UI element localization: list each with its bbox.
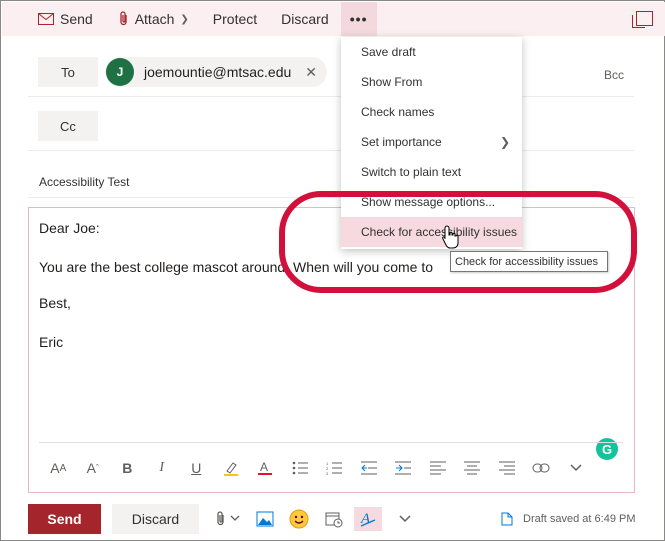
bullets-icon[interactable] xyxy=(283,456,318,480)
avatar: J xyxy=(106,58,134,86)
divider xyxy=(28,150,634,151)
menu-item-check-names[interactable]: Check names xyxy=(341,97,522,127)
align-right-icon[interactable] xyxy=(490,456,525,480)
attach-command[interactable]: Attach ❯ xyxy=(105,2,201,36)
chevron-right-icon: ❯ xyxy=(499,135,510,149)
body-line: Eric xyxy=(39,334,64,350)
draft-status-text: Draft saved at 6:49 PM xyxy=(523,513,636,525)
scheduling-poll-icon[interactable] xyxy=(323,507,345,531)
divider xyxy=(28,96,634,97)
bold-icon[interactable]: B xyxy=(110,456,145,480)
divider xyxy=(39,442,623,443)
recipient-email: joemountie@mtsac.edu xyxy=(144,64,292,80)
cc-button[interactable]: Cc xyxy=(38,111,98,141)
align-center-icon[interactable] xyxy=(455,456,490,480)
discard-command[interactable]: Discard xyxy=(269,2,340,36)
chevron-down-icon[interactable] xyxy=(559,456,594,480)
protect-command[interactable]: Protect xyxy=(201,2,269,36)
underline-icon[interactable]: U xyxy=(179,456,214,480)
hand-cursor-icon xyxy=(442,225,460,249)
send-command[interactable]: Send xyxy=(2,2,105,36)
chevron-down-icon: ❯ xyxy=(180,13,189,25)
font-size-icon[interactable]: AA xyxy=(41,456,76,480)
compose-window: Send Attach ❯ Protect Discard ••• To J j… xyxy=(0,0,665,541)
draft-status: Draft saved at 6:49 PM xyxy=(501,512,636,526)
formatting-toggle-icon[interactable]: A xyxy=(354,507,382,531)
chevron-down-icon[interactable] xyxy=(394,507,416,531)
subject-field[interactable]: Accessibility Test xyxy=(39,175,129,189)
popout-icon[interactable] xyxy=(632,11,653,28)
align-left-icon[interactable] xyxy=(421,456,456,480)
grow-font-icon[interactable]: Aˆ xyxy=(76,456,111,480)
menu-item-show-from[interactable]: Show From xyxy=(341,67,522,97)
send-icon xyxy=(38,13,54,25)
body-line: Best, xyxy=(39,295,71,311)
svg-text:3: 3 xyxy=(326,471,329,475)
insert-picture-icon[interactable] xyxy=(254,507,276,531)
numbering-icon[interactable]: 123 xyxy=(317,456,352,480)
menu-item-label: Set importance xyxy=(361,135,442,149)
bcc-link[interactable]: Bcc xyxy=(604,68,624,82)
body-line: Dear Joe: xyxy=(39,220,100,236)
italic-icon[interactable]: I xyxy=(145,456,180,480)
paperclip-icon xyxy=(119,11,129,27)
send-command-label: Send xyxy=(60,11,93,27)
menu-item-save-draft[interactable]: Save draft xyxy=(341,37,522,67)
increase-indent-icon[interactable] xyxy=(386,456,421,480)
menu-item-plain-text[interactable]: Switch to plain text xyxy=(341,157,522,187)
command-bar: Send Attach ❯ Protect Discard ••• xyxy=(2,2,665,36)
more-options-button[interactable]: ••• xyxy=(340,2,377,36)
attach-command-label: Attach xyxy=(134,11,175,27)
draft-saved-icon xyxy=(501,512,513,526)
font-color-icon[interactable]: A xyxy=(248,456,283,480)
remove-recipient-icon[interactable]: ✕ xyxy=(305,64,317,81)
menu-item-set-importance[interactable]: Set importance ❯ xyxy=(341,127,522,157)
discard-button[interactable]: Discard xyxy=(112,504,199,534)
link-icon[interactable] xyxy=(524,456,559,480)
svg-text:A: A xyxy=(260,460,268,474)
decrease-indent-icon[interactable] xyxy=(352,456,387,480)
to-button[interactable]: To xyxy=(38,57,98,87)
attach-icon[interactable] xyxy=(211,507,245,531)
send-button[interactable]: Send xyxy=(28,504,101,534)
highlight-icon[interactable] xyxy=(214,456,249,480)
emoji-icon[interactable] xyxy=(288,507,310,531)
recipient-chip[interactable]: J joemountie@mtsac.edu ✕ xyxy=(105,57,328,87)
formatting-toolbar: AA Aˆ B I U A 123 xyxy=(41,456,593,480)
